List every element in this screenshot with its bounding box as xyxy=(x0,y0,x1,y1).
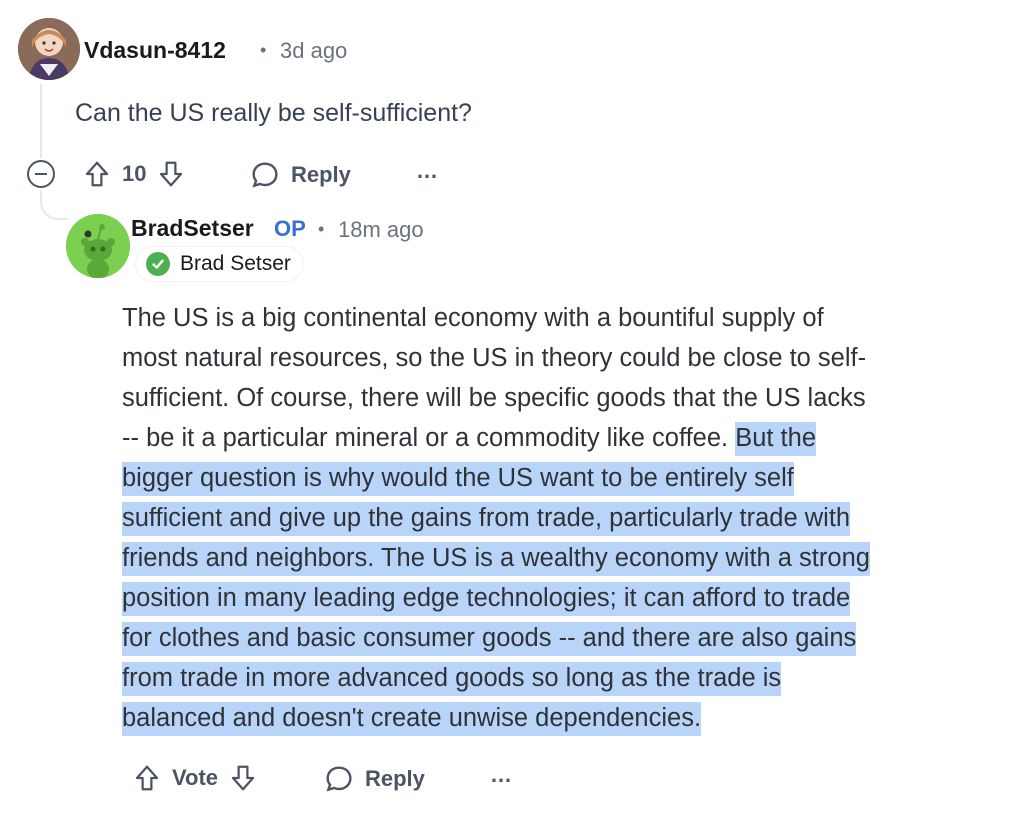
reply-label: Reply xyxy=(291,162,351,187)
thread-connector xyxy=(40,190,68,220)
body-line: bigger question is why would the US want… xyxy=(122,458,794,498)
highlighted-text: sufficient and give up the gains from tr… xyxy=(122,502,851,536)
body-line: position in many leading edge technologi… xyxy=(122,578,851,618)
highlighted-text: from trade in more advanced goods so lon… xyxy=(122,662,782,696)
body-text: most natural resources, so the US in the… xyxy=(122,344,867,372)
more-options-icon: … xyxy=(416,158,439,183)
reply-button[interactable]: Reply xyxy=(323,763,425,795)
body-line: from trade in more advanced goods so lon… xyxy=(122,658,782,698)
meta-separator: • xyxy=(260,40,267,60)
more-options-icon: … xyxy=(490,762,513,787)
snoo-avatar-icon[interactable] xyxy=(66,214,130,278)
collapse-thread-button[interactable] xyxy=(27,160,55,188)
anime-avatar-icon[interactable] xyxy=(18,18,80,80)
body-text: -- be it a particular mineral or a commo… xyxy=(122,424,736,452)
vote-controls: Vote xyxy=(132,763,258,793)
body-line: balanced and doesn't create unwise depen… xyxy=(122,698,702,738)
vote-label: Vote xyxy=(172,765,219,790)
body-text: The US is a big continental economy with… xyxy=(122,304,824,332)
highlighted-text: But the xyxy=(735,422,816,456)
body-line: The US is a big continental economy with… xyxy=(122,298,824,338)
reply-label: Reply xyxy=(365,766,425,791)
upvote-arrow-icon[interactable] xyxy=(82,159,112,189)
timestamp[interactable]: 3d ago xyxy=(280,38,347,64)
body-line: for clothes and basic consumer goods -- … xyxy=(122,618,857,658)
highlighted-text: friends and neighbors. The US is a wealt… xyxy=(122,542,870,576)
thread-line[interactable] xyxy=(40,84,42,158)
body-line: most natural resources, so the US in the… xyxy=(122,338,866,378)
reply-button[interactable]: Reply xyxy=(249,159,351,191)
highlighted-text: balanced and doesn't create unwise depen… xyxy=(122,702,702,736)
speech-bubble-icon xyxy=(323,763,355,795)
vote-controls: 10 xyxy=(82,159,186,189)
highlighted-text: for clothes and basic consumer goods -- … xyxy=(122,622,857,656)
comment-body: Can the US really be self-sufficient? xyxy=(75,99,472,127)
highlighted-text: bigger question is why would the US want… xyxy=(122,462,794,496)
timestamp[interactable]: 18m ago xyxy=(338,217,424,243)
body-line: friends and neighbors. The US is a wealt… xyxy=(122,538,870,578)
body-line: -- be it a particular mineral or a commo… xyxy=(122,418,816,458)
more-options-button[interactable]: … xyxy=(416,158,439,184)
speech-bubble-icon xyxy=(249,159,281,191)
minus-icon xyxy=(35,173,47,175)
op-badge: OP xyxy=(274,216,306,241)
downvote-arrow-icon[interactable] xyxy=(228,763,258,793)
body-line: sufficient and give up the gains from tr… xyxy=(122,498,851,538)
meta-separator: • xyxy=(318,219,325,239)
body-line: sufficient. Of course, there will be spe… xyxy=(122,378,866,418)
downvote-arrow-icon[interactable] xyxy=(156,159,186,189)
vote-count: 10 xyxy=(122,161,147,186)
body-text: sufficient. Of course, there will be spe… xyxy=(122,384,866,412)
highlighted-text: position in many leading edge technologi… xyxy=(122,582,851,616)
verified-check-icon xyxy=(146,252,170,276)
more-options-button[interactable]: … xyxy=(490,762,513,788)
comment-thread: Vdasun-8412 • 3d ago Can the US really b… xyxy=(0,0,1012,826)
upvote-arrow-icon[interactable] xyxy=(132,763,162,793)
username[interactable]: Vdasun-8412 xyxy=(84,37,226,64)
flair-text: Brad Setser xyxy=(180,252,291,275)
username[interactable]: BradSetser xyxy=(131,215,254,242)
user-flair: Brad Setser xyxy=(136,247,303,281)
